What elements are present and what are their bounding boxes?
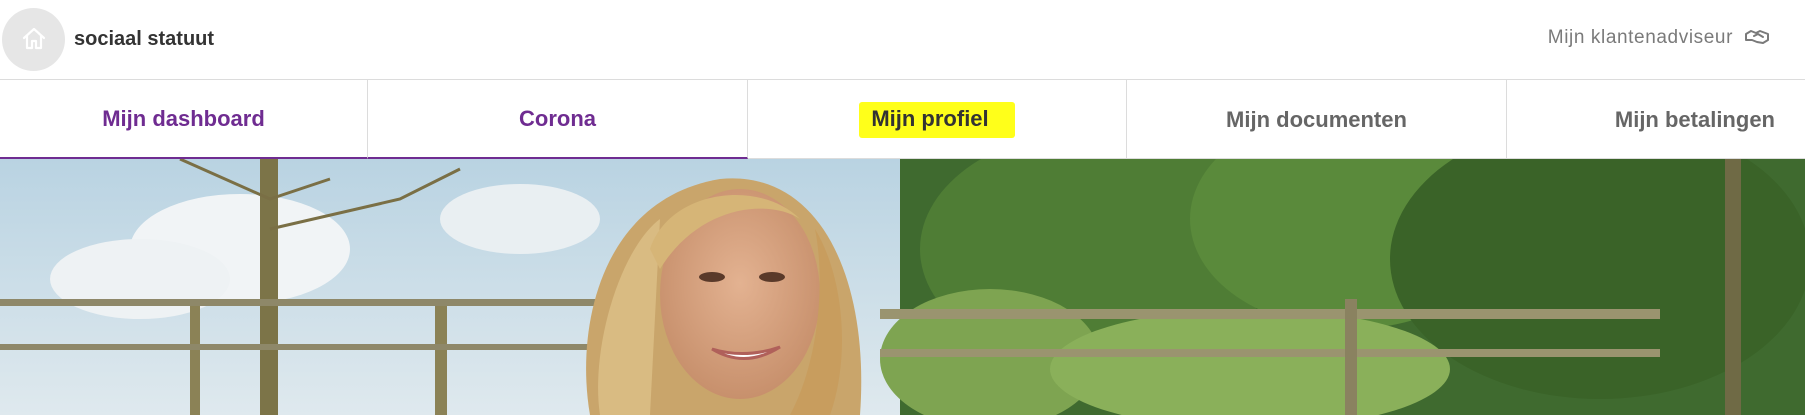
brand-title: sociaal statuut bbox=[74, 28, 215, 50]
tab-mijn-profiel[interactable]: Mijn profiel bbox=[748, 80, 1127, 159]
top-header: sociaal statuut Mijn klantenadviseur bbox=[0, 0, 1805, 80]
hero-photo bbox=[0, 159, 1805, 415]
tab-mijn-documenten[interactable]: Mijn documenten bbox=[1127, 80, 1507, 159]
advisor-link[interactable]: Mijn klantenadviseur bbox=[1548, 27, 1733, 49]
tab-label-highlighted: Mijn profiel bbox=[859, 101, 1015, 138]
tab-corona[interactable]: Corona bbox=[368, 80, 748, 159]
handshake-icon[interactable] bbox=[1744, 27, 1770, 47]
tab-mijn-dashboard[interactable]: Mijn dashboard bbox=[0, 80, 368, 159]
hero-image bbox=[0, 159, 1805, 415]
main-tab-bar: Mijn dashboard Corona Mijn profiel Mijn … bbox=[0, 80, 1805, 159]
home-button[interactable] bbox=[2, 8, 65, 71]
tab-mijn-betalingen[interactable]: Mijn betalingen bbox=[1507, 80, 1805, 159]
tab-label: Mijn betalingen bbox=[1614, 106, 1775, 132]
tab-label: Corona bbox=[519, 105, 596, 131]
tab-label: Mijn dashboard bbox=[102, 105, 265, 131]
home-icon bbox=[22, 27, 46, 50]
tab-label: Mijn documenten bbox=[1226, 106, 1407, 132]
